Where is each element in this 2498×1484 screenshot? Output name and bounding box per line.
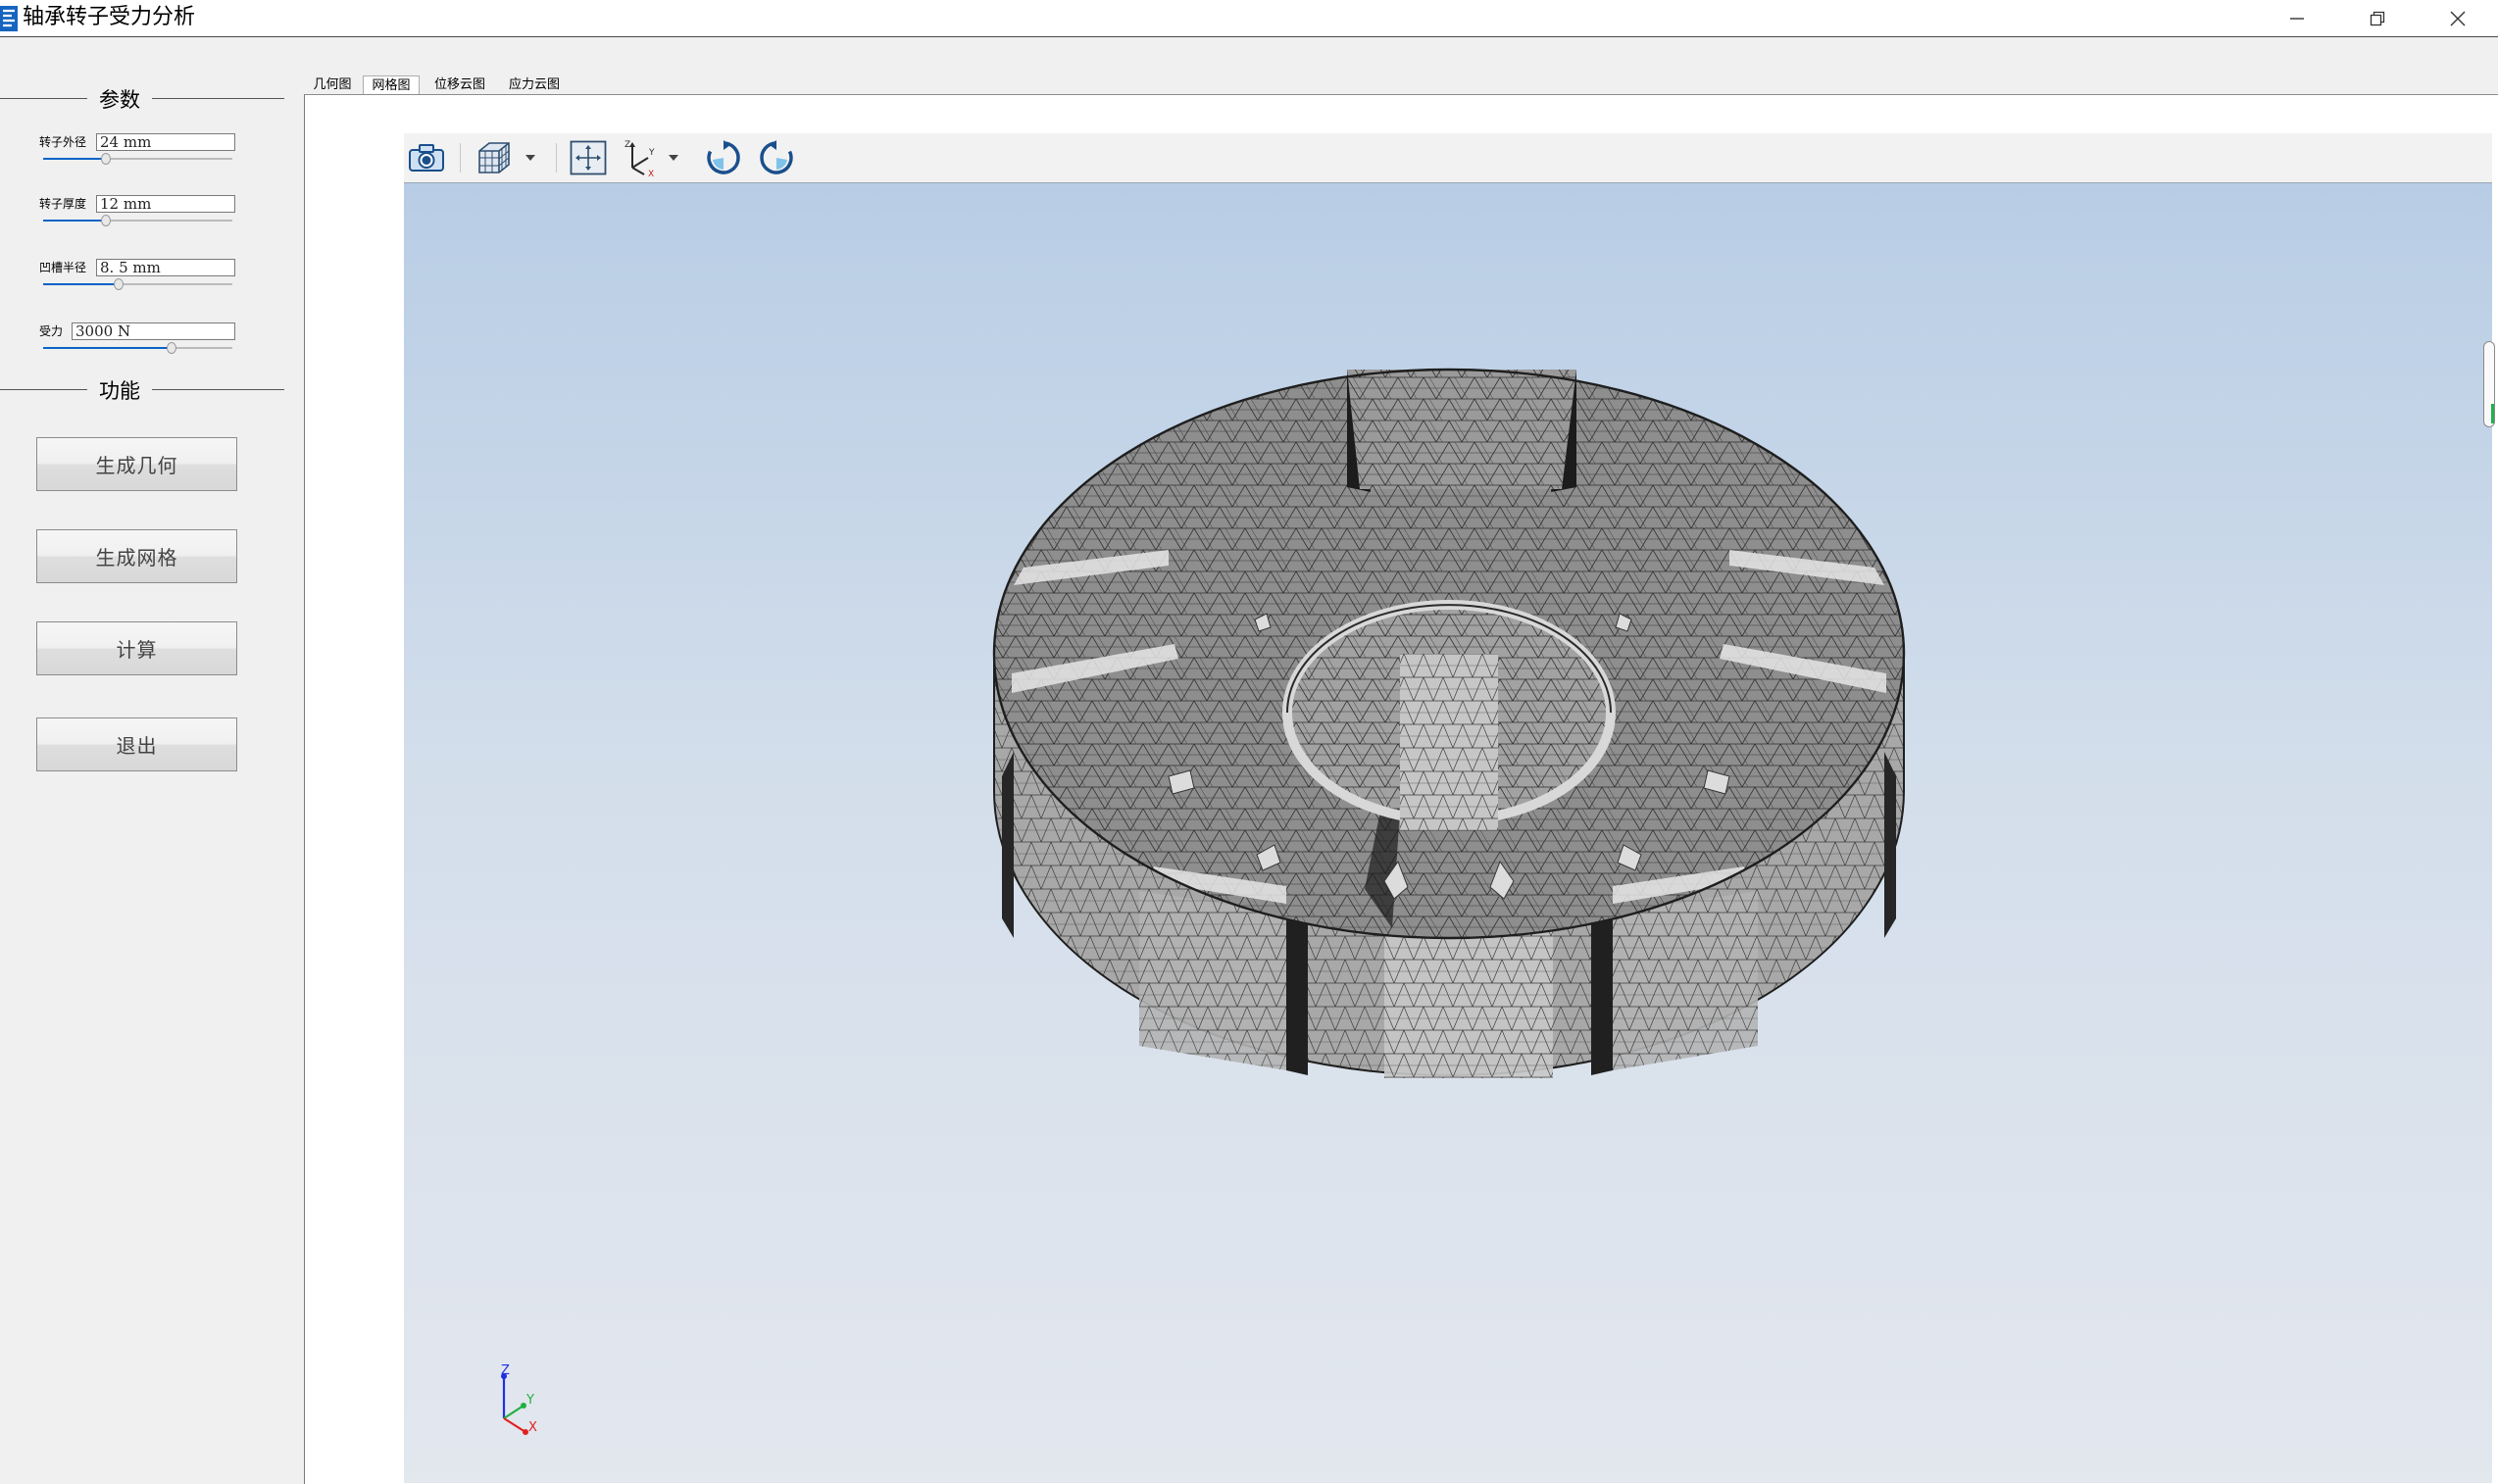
toolbar-separator bbox=[556, 143, 557, 173]
slider-fill bbox=[43, 347, 172, 349]
rotate-cw-button[interactable] bbox=[704, 139, 743, 176]
groove-radius-input[interactable]: 8. 5 mm bbox=[96, 259, 235, 276]
minimize-icon bbox=[2290, 17, 2304, 20]
compute-button[interactable]: 计算 bbox=[36, 621, 237, 675]
view-cube-button[interactable] bbox=[475, 139, 514, 176]
slider-thumb[interactable] bbox=[167, 342, 176, 354]
tab-mesh[interactable]: 网格图 bbox=[363, 75, 420, 96]
camera-icon bbox=[409, 144, 444, 172]
window-title: 轴承转子受力分析 bbox=[23, 5, 196, 29]
force-slider[interactable] bbox=[43, 341, 232, 355]
exit-button[interactable]: 退出 bbox=[36, 717, 237, 771]
param-label-outer-diameter: 转子外径 bbox=[39, 135, 87, 149]
slider-fill bbox=[43, 158, 106, 160]
thickness-input[interactable]: 12 mm bbox=[96, 195, 235, 213]
axes-orientation-button[interactable]: Z Y X bbox=[622, 139, 659, 177]
slider-fill bbox=[43, 220, 106, 222]
force-input[interactable]: 3000 N bbox=[72, 322, 235, 340]
app-icon bbox=[0, 6, 18, 31]
slider-thumb[interactable] bbox=[114, 278, 124, 290]
generate-geometry-button[interactable]: 生成几何 bbox=[36, 437, 237, 491]
generate-mesh-button[interactable]: 生成网格 bbox=[36, 529, 237, 583]
viewer-toolbar: Z Y X bbox=[404, 133, 2492, 183]
rotate-cw-icon bbox=[707, 140, 740, 174]
groove-radius-slider[interactable] bbox=[43, 277, 232, 291]
rotate-ccw-button[interactable] bbox=[757, 139, 796, 176]
axes-orientation-icon: Z Y X bbox=[624, 140, 655, 177]
fit-all-icon bbox=[570, 140, 607, 175]
slider-thumb[interactable] bbox=[101, 215, 111, 226]
axes-dropdown[interactable] bbox=[667, 139, 680, 176]
slider-thumb[interactable] bbox=[101, 153, 111, 165]
param-label-groove-radius: 凹槽半径 bbox=[39, 261, 87, 274]
screenshot-button[interactable] bbox=[407, 139, 446, 176]
mesh-viewport[interactable]: Z Y X bbox=[404, 183, 2492, 1483]
dropdown-arrow-icon bbox=[669, 155, 678, 161]
outer-diameter-slider[interactable] bbox=[43, 152, 232, 166]
close-button[interactable] bbox=[2419, 0, 2497, 36]
param-label-thickness: 转子厚度 bbox=[39, 197, 87, 211]
svg-text:X: X bbox=[648, 170, 654, 177]
dropdown-arrow-icon bbox=[525, 155, 535, 161]
axis-y-label: Y bbox=[525, 1393, 534, 1408]
close-icon bbox=[2450, 11, 2466, 25]
rotate-ccw-icon bbox=[760, 140, 793, 174]
params-group-title: 参数 bbox=[87, 84, 152, 114]
title-bar: 轴承转子受力分析 bbox=[0, 0, 2498, 37]
view-cube-dropdown[interactable] bbox=[524, 139, 537, 176]
view-cube-icon bbox=[478, 142, 510, 173]
outer-diameter-input[interactable]: 24 mm bbox=[96, 133, 235, 151]
restore-icon bbox=[2370, 11, 2385, 25]
fit-all-button[interactable] bbox=[569, 139, 608, 176]
axis-triad: Z Y X bbox=[501, 1363, 537, 1435]
param-label-force: 受力 bbox=[39, 324, 64, 338]
slider-fill bbox=[43, 283, 119, 285]
toolbar-separator bbox=[460, 143, 461, 173]
tab-geometry[interactable]: 几何图 bbox=[309, 75, 356, 94]
rotor-mesh-model: Z Y X bbox=[501, 368, 1906, 1435]
tab-stress[interactable]: 应力云图 bbox=[502, 75, 567, 94]
svg-text:Z: Z bbox=[624, 140, 630, 150]
axis-z-label: Z bbox=[501, 1363, 510, 1378]
svg-text:Y: Y bbox=[648, 148, 655, 158]
minimize-button[interactable] bbox=[2258, 0, 2336, 36]
thickness-slider[interactable] bbox=[43, 214, 232, 227]
tab-displacement[interactable]: 位移云图 bbox=[427, 75, 492, 94]
axis-x-label: X bbox=[528, 1420, 537, 1435]
functions-group-title: 功能 bbox=[87, 375, 152, 405]
scrollbar-accent bbox=[2491, 404, 2494, 423]
restore-button[interactable] bbox=[2338, 0, 2417, 36]
